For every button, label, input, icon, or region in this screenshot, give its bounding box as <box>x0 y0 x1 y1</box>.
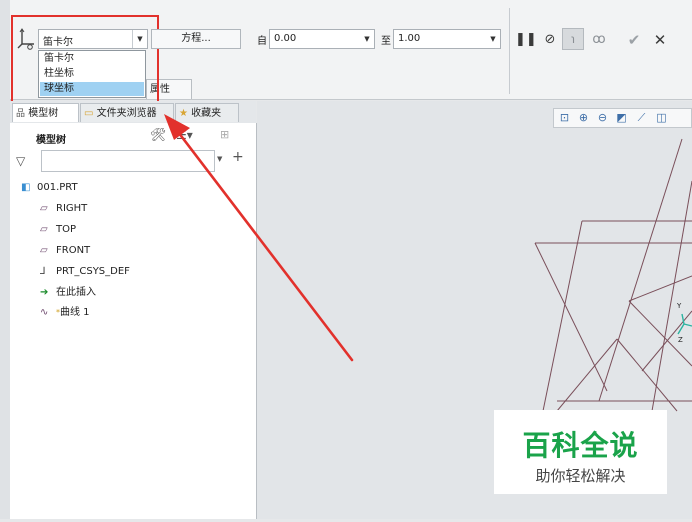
view-toolbar: ⊡ ⊕ ⊖ ◩ ⟋ ◫ <box>553 108 692 128</box>
equation-button[interactable]: 方程... <box>151 29 241 49</box>
to-value-select[interactable]: 1.00 ▼ <box>393 29 501 49</box>
folder-icon: ▭ <box>84 108 94 119</box>
watermark-subtitle: 助你轻松解决 <box>535 467 626 485</box>
to-value: 1.00 <box>398 33 421 44</box>
tree-item-csys[interactable]: ⅃ PRT_CSYS_DEF <box>40 264 130 280</box>
curve-icon: ∿ <box>40 307 49 318</box>
tree-item-csys-label: PRT_CSYS_DEF <box>56 266 130 277</box>
insert-arrow-icon: ➔ <box>40 287 49 298</box>
toolbar-separator <box>509 8 510 94</box>
filter-funnel-icon[interactable]: ▽ <box>16 154 25 168</box>
chevron-down-icon[interactable]: ▼ <box>360 30 374 48</box>
zoom-out-icon[interactable]: ⊖ <box>595 110 610 125</box>
display-style-icon[interactable]: ⟋ <box>634 110 649 125</box>
ok-check-icon[interactable]: ✔ <box>625 30 643 50</box>
zoom-in-icon[interactable]: ⊕ <box>576 110 591 125</box>
equation-button-label: 方程... <box>181 33 211 44</box>
tree-item-part-label: 001.PRT <box>37 182 78 193</box>
model-tree-tab-icon: 品 <box>16 109 26 119</box>
tab-model-tree[interactable]: 品 模型树 <box>12 103 79 122</box>
tree-item-top-label: TOP <box>56 224 77 235</box>
pause-icon[interactable]: ❚❚ <box>515 30 537 50</box>
tree-item-insert-here[interactable]: ➔ 在此插入 <box>40 285 96 301</box>
coordinate-triad: Y Z <box>672 300 692 346</box>
from-value: 0.00 <box>274 33 297 44</box>
no-preview-icon[interactable]: ⊘ <box>541 30 559 50</box>
model-tree-title: 模型树 <box>36 135 66 146</box>
datum-plane-icon: ▱ <box>40 224 48 235</box>
chevron-down-icon[interactable]: ▼ <box>486 30 500 48</box>
watermark-logo: 百科全说 助你轻松解决 <box>494 410 667 494</box>
tree-item-top[interactable]: ▱ TOP <box>40 222 76 238</box>
datum-plane-icon: ▱ <box>40 245 48 256</box>
part-icon: ◧ <box>21 182 31 193</box>
triad-y-label: Y <box>677 302 682 310</box>
from-value-select[interactable]: 0.00 ▼ <box>269 29 375 49</box>
tab-model-tree-label: 模型树 <box>28 108 59 119</box>
tree-item-front-label: FRONT <box>56 245 91 256</box>
refit-icon[interactable]: ⊡ <box>557 110 572 125</box>
tree-item-insert-label: 在此插入 <box>56 287 96 298</box>
tree-item-front[interactable]: ▱ FRONT <box>40 243 90 259</box>
to-label: 至 <box>381 36 391 47</box>
datum-plane-icon: ▱ <box>40 203 48 214</box>
csys-icon: ⅃ <box>40 266 46 277</box>
preview-icon[interactable]: ℩ <box>562 28 584 50</box>
annotation-arrow <box>164 114 354 362</box>
tree-item-right[interactable]: ▱ RIGHT <box>40 201 87 217</box>
triad-z-label: Z <box>678 336 683 344</box>
from-label: 自 <box>257 36 267 47</box>
cancel-x-icon[interactable]: ✕ <box>651 30 669 50</box>
saved-views-icon[interactable]: ◫ <box>654 110 669 125</box>
tree-item-right-label: RIGHT <box>56 203 88 214</box>
verify-glasses-icon[interactable]: ꝏ <box>590 30 608 50</box>
tree-item-part[interactable]: ◧ 001.PRT <box>21 180 78 196</box>
tree-item-curve-label: 曲线 1 <box>60 307 90 318</box>
repaint-icon[interactable]: ◩ <box>614 110 629 125</box>
tree-item-curve[interactable]: ∿ *曲线 1 <box>40 305 90 321</box>
tab-folder-browser-label: 文件夹浏览器 <box>96 108 157 119</box>
watermark-title: 百科全说 <box>522 429 639 462</box>
